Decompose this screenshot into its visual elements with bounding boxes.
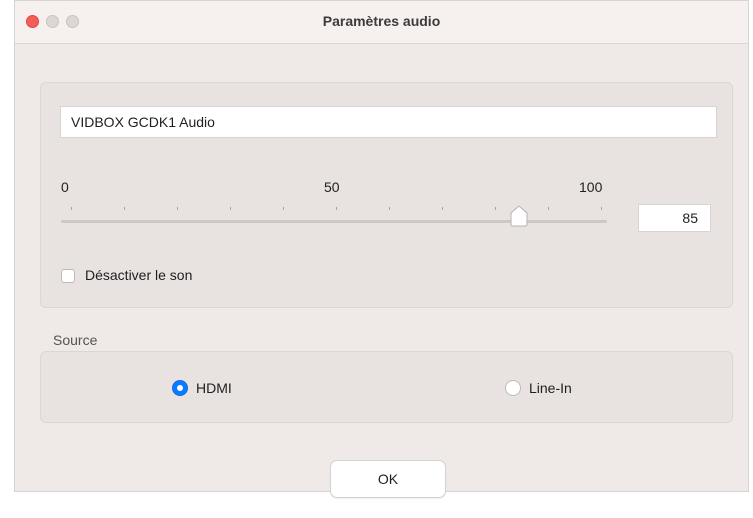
slider-max-label: 100 (579, 179, 603, 195)
hdmi-radio[interactable] (172, 380, 188, 396)
slider-tick (548, 207, 549, 210)
slider-tick (389, 207, 390, 210)
slider-tick (177, 207, 178, 210)
slider-tick (124, 207, 125, 210)
slider-tick (71, 207, 72, 210)
slider-tick (336, 207, 337, 210)
title-bar: Paramètres audio (15, 1, 748, 44)
audio-settings-window: Paramètres audio VIDBOX GCDK1 Audio 0 50… (14, 0, 749, 498)
line-in-radio[interactable] (505, 380, 521, 396)
mute-checkbox[interactable] (61, 269, 75, 283)
mute-label: Désactiver le son (85, 267, 193, 283)
window-title: Paramètres audio (322, 13, 441, 29)
slider-tick (495, 207, 496, 210)
line-in-radio-label[interactable]: Line-In (529, 380, 572, 396)
slider-tick (283, 207, 284, 210)
source-group-label: Source (53, 332, 98, 348)
ok-button[interactable]: OK (330, 460, 446, 498)
source-panel: HDMI Line-In (40, 351, 733, 423)
volume-panel: VIDBOX GCDK1 Audio 0 50 100 85 Désactive… (40, 82, 733, 308)
volume-value-field[interactable]: 85 (638, 204, 711, 232)
slider-min-label: 0 (61, 179, 69, 195)
slider-tick (601, 207, 602, 210)
device-name-field[interactable]: VIDBOX GCDK1 Audio (60, 106, 717, 138)
slider-mid-label: 50 (324, 179, 340, 195)
hdmi-radio-label[interactable]: HDMI (196, 380, 232, 396)
slider-tick (442, 207, 443, 210)
slider-thumb-icon (510, 205, 528, 227)
slider-tick (230, 207, 231, 210)
volume-slider-thumb[interactable] (509, 205, 529, 227)
